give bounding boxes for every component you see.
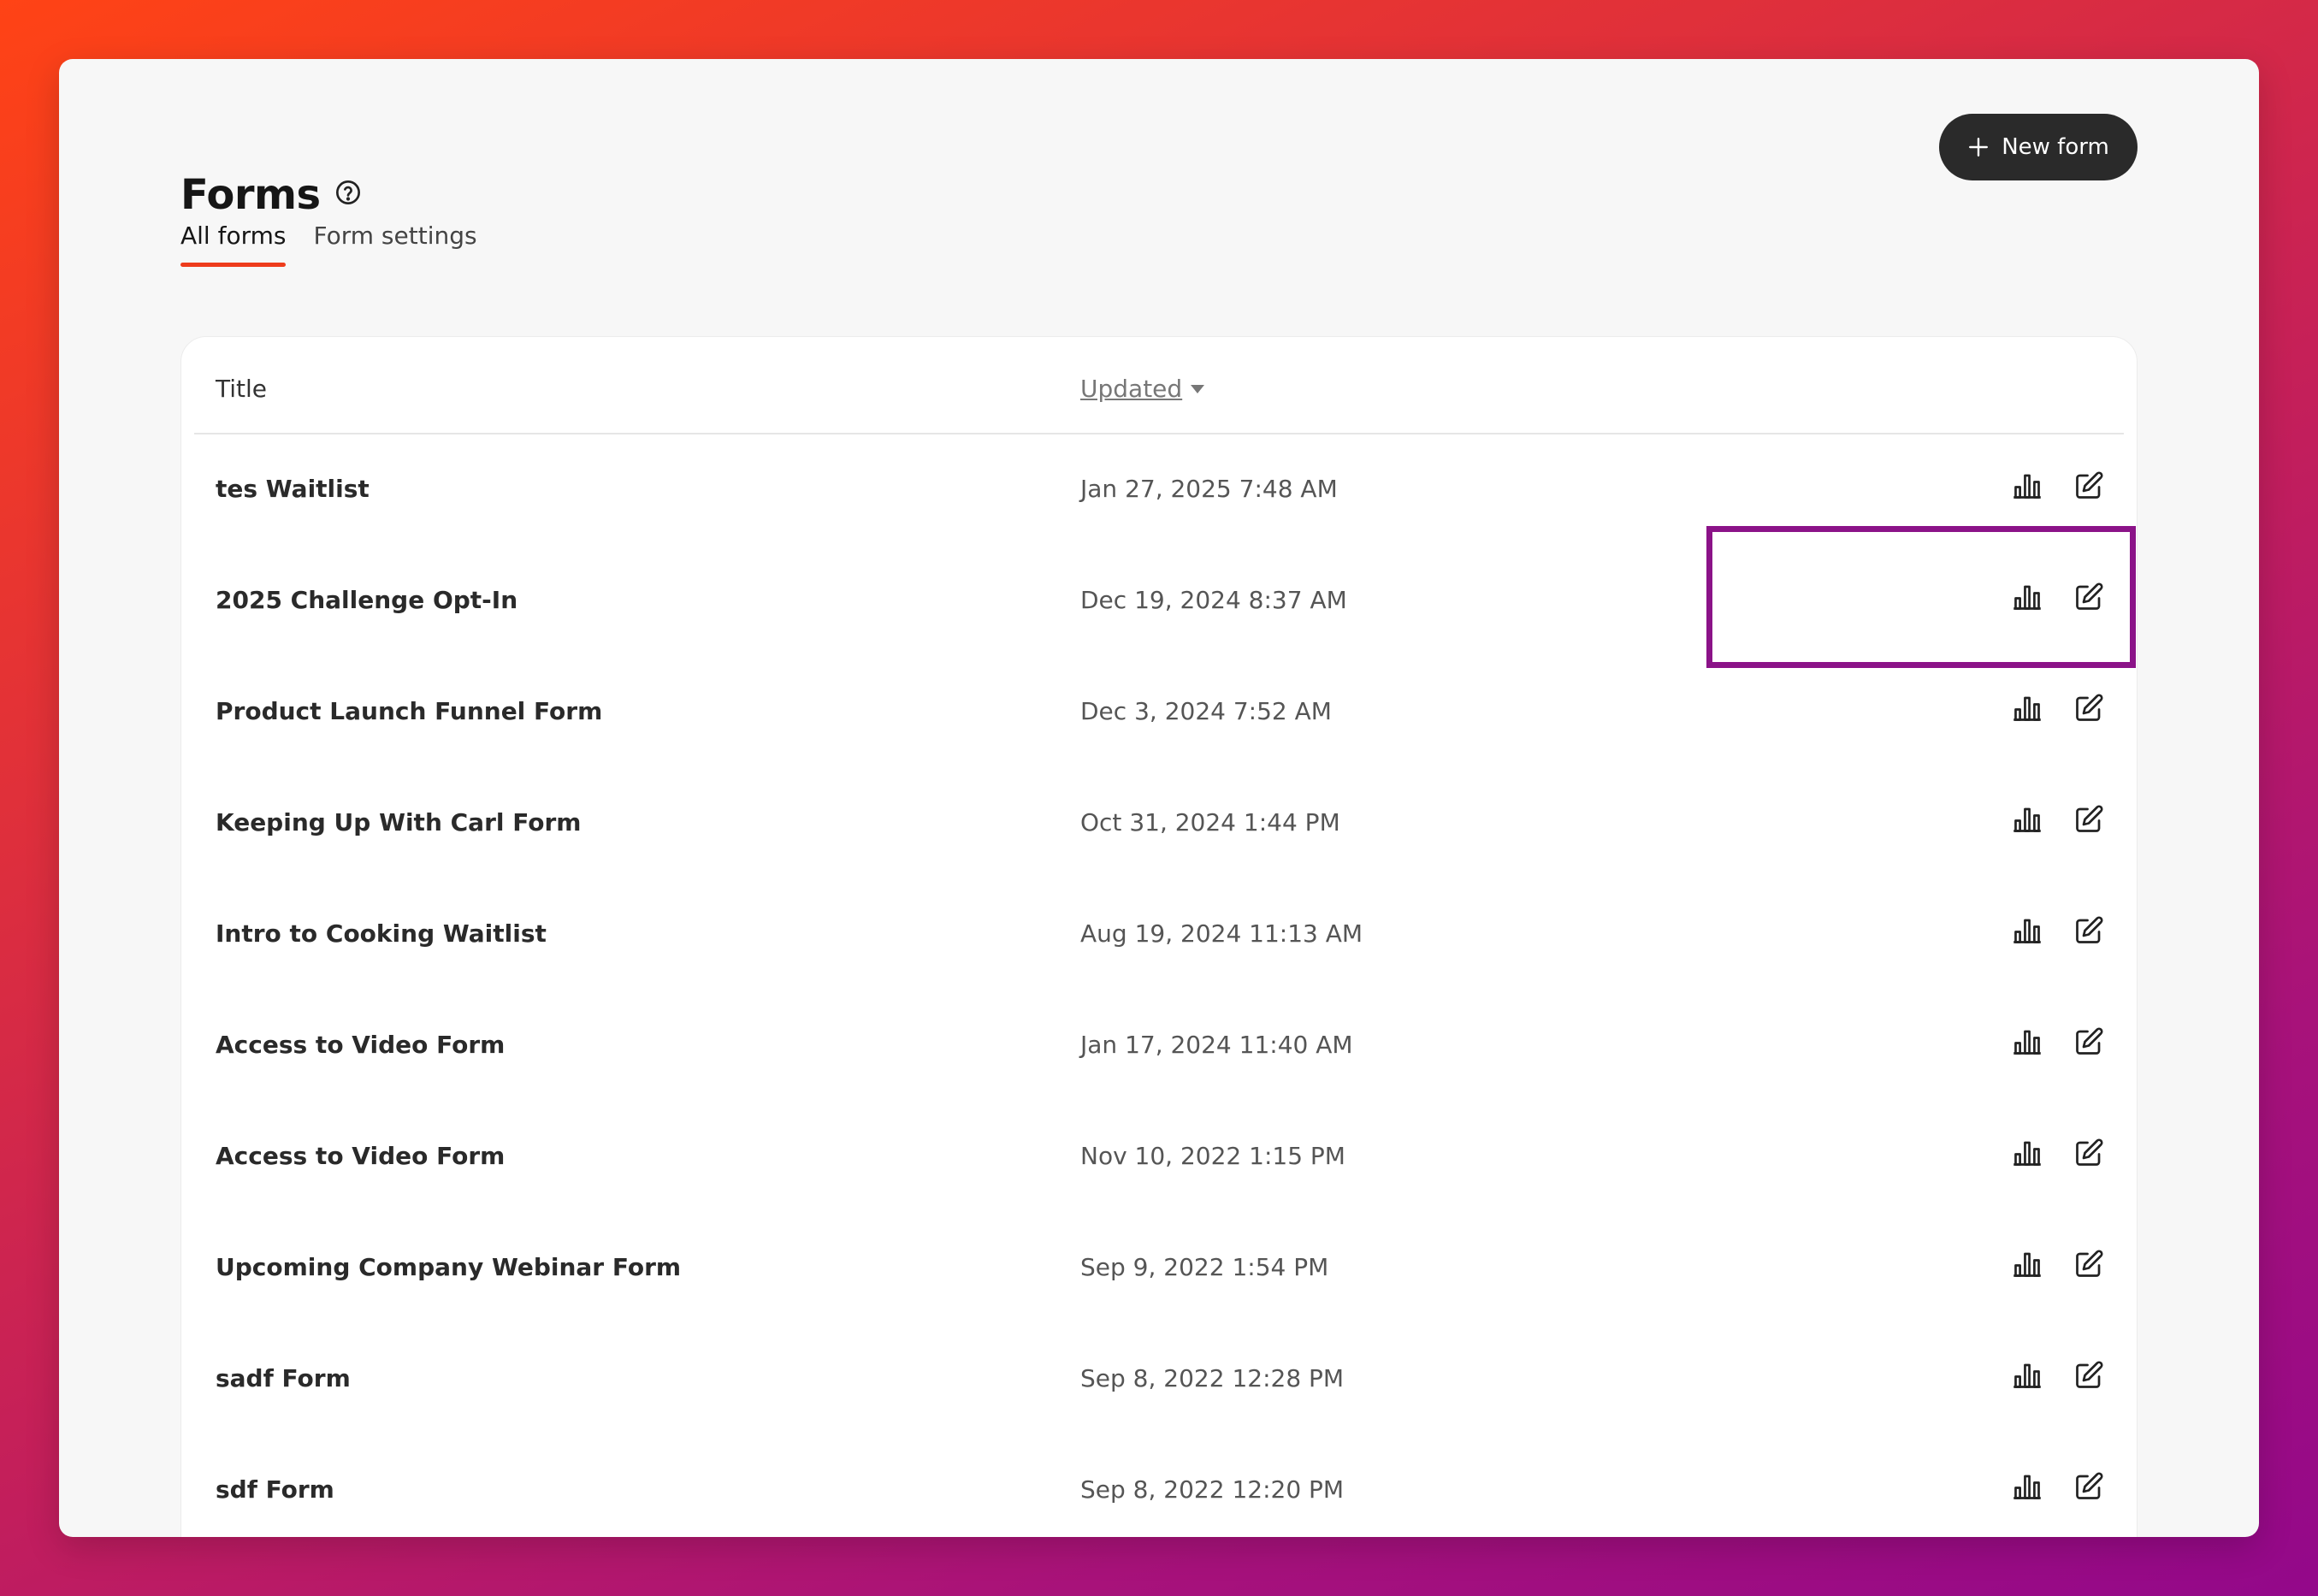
table-header: Title Updated — [194, 337, 2124, 434]
edit-icon[interactable] — [2073, 915, 2104, 946]
row-actions — [2012, 804, 2104, 835]
bar-chart-icon[interactable] — [2012, 1360, 2043, 1391]
edit-icon[interactable] — [2073, 1026, 2104, 1057]
row-actions — [2012, 693, 2104, 724]
bar-chart-icon[interactable] — [2012, 1471, 2043, 1502]
new-form-label: New form — [2002, 134, 2109, 160]
row-actions — [2012, 1360, 2104, 1391]
table-row: Intro to Cooking Waitlist Aug 19, 2024 1… — [181, 879, 2137, 990]
table-row: Upcoming Company Webinar Form Sep 9, 202… — [181, 1213, 2137, 1324]
caret-down-icon — [1189, 383, 1206, 395]
bar-chart-icon[interactable] — [2012, 1138, 2043, 1168]
row-actions — [2012, 470, 2104, 501]
edit-icon[interactable] — [2073, 1249, 2104, 1280]
edit-icon[interactable] — [2073, 804, 2104, 835]
form-title[interactable]: tes Waitlist — [216, 475, 370, 503]
form-title[interactable]: Product Launch Funnel Form — [216, 697, 602, 725]
column-header-updated-label: Updated — [1080, 375, 1183, 403]
help-circle-icon[interactable] — [334, 179, 362, 206]
forms-window: Forms New form All forms Form settings T… — [59, 59, 2259, 1537]
forms-table: Title Updated tes Waitlist Jan 27, 2025 … — [180, 336, 2138, 1537]
row-actions — [2012, 1026, 2104, 1057]
table-row: 2025 Challenge Opt-In Dec 19, 2024 8:37 … — [181, 546, 2137, 657]
form-title[interactable]: Access to Video Form — [216, 1142, 505, 1170]
tab-all-forms[interactable]: All forms — [180, 222, 287, 267]
form-updated: Aug 19, 2024 11:13 AM — [1080, 919, 1363, 948]
row-actions — [2012, 915, 2104, 946]
new-form-button[interactable]: New form — [1939, 114, 2138, 180]
bar-chart-icon[interactable] — [2012, 1026, 2043, 1057]
table-row: Access to Video Form Nov 10, 2022 1:15 P… — [181, 1102, 2137, 1213]
form-updated: Dec 19, 2024 8:37 AM — [1080, 586, 1347, 614]
form-title[interactable]: sadf Form — [216, 1364, 351, 1392]
form-updated: Sep 8, 2022 12:20 PM — [1080, 1475, 1345, 1504]
edit-icon[interactable] — [2073, 1360, 2104, 1391]
bar-chart-icon[interactable] — [2012, 582, 2043, 612]
form-updated: Nov 10, 2022 1:15 PM — [1080, 1142, 1345, 1170]
edit-icon[interactable] — [2073, 693, 2104, 724]
form-title[interactable]: Keeping Up With Carl Form — [216, 808, 581, 836]
form-updated: Dec 3, 2024 7:52 AM — [1080, 697, 1332, 725]
row-actions — [2012, 1138, 2104, 1168]
table-row: Keeping Up With Carl Form Oct 31, 2024 1… — [181, 768, 2137, 879]
table-row: tes Waitlist Jan 27, 2025 7:48 AM — [181, 434, 2137, 546]
form-title[interactable]: 2025 Challenge Opt-In — [216, 586, 517, 614]
bar-chart-icon[interactable] — [2012, 470, 2043, 501]
table-body: tes Waitlist Jan 27, 2025 7:48 AM 2025 C… — [181, 434, 2137, 1537]
tab-form-settings[interactable]: Form settings — [313, 222, 476, 267]
table-row: Access to Video Form Jan 17, 2024 11:40 … — [181, 990, 2137, 1102]
bar-chart-icon[interactable] — [2012, 1249, 2043, 1280]
page-header: Forms — [180, 174, 362, 216]
row-actions — [2012, 582, 2104, 612]
page-title: Forms — [180, 171, 321, 219]
form-updated: Sep 8, 2022 12:28 PM — [1080, 1364, 1345, 1392]
form-title[interactable]: Intro to Cooking Waitlist — [216, 919, 547, 948]
bar-chart-icon[interactable] — [2012, 693, 2043, 724]
table-row: sdf Form Sep 8, 2022 12:20 PM — [181, 1435, 2137, 1537]
form-title[interactable]: Access to Video Form — [216, 1031, 505, 1059]
form-updated: Sep 9, 2022 1:54 PM — [1080, 1253, 1329, 1281]
table-row: sadf Form Sep 8, 2022 12:28 PM — [181, 1324, 2137, 1435]
bar-chart-icon[interactable] — [2012, 804, 2043, 835]
edit-icon[interactable] — [2073, 470, 2104, 501]
column-header-title[interactable]: Title — [216, 375, 267, 403]
table-row: Product Launch Funnel Form Dec 3, 2024 7… — [181, 657, 2137, 768]
column-header-updated[interactable]: Updated — [1080, 375, 1206, 403]
edit-icon[interactable] — [2073, 1138, 2104, 1168]
form-updated: Jan 17, 2024 11:40 AM — [1080, 1031, 1353, 1059]
row-actions — [2012, 1471, 2104, 1502]
edit-icon[interactable] — [2073, 1471, 2104, 1502]
form-updated: Jan 27, 2025 7:48 AM — [1080, 475, 1338, 503]
form-updated: Oct 31, 2024 1:44 PM — [1080, 808, 1340, 836]
form-title[interactable]: Upcoming Company Webinar Form — [216, 1253, 681, 1281]
tab-bar: All forms Form settings — [180, 222, 477, 267]
form-title[interactable]: sdf Form — [216, 1475, 334, 1504]
plus-icon — [1967, 136, 1990, 158]
row-actions — [2012, 1249, 2104, 1280]
edit-icon[interactable] — [2073, 582, 2104, 612]
bar-chart-icon[interactable] — [2012, 915, 2043, 946]
